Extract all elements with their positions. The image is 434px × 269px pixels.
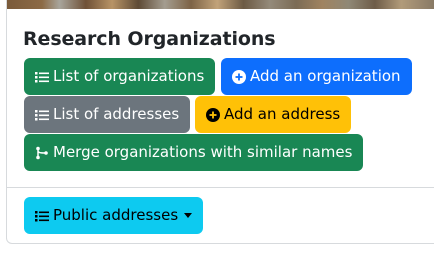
list-icon [35,70,49,84]
public-addresses-label: Public addresses [53,206,179,224]
card-title: Research Organizations [23,28,276,50]
merge-organizations-label: Merge organizations with similar names [53,143,353,161]
research-organizations-card: Research Organizations List of organizat… [6,0,434,244]
list-organizations-button[interactable]: List of organizations [24,58,216,95]
plus-circle-icon [232,69,246,84]
list-addresses-button[interactable]: List of addresses [24,96,191,133]
merge-organizations-button[interactable]: Merge organizations with similar names [24,134,364,171]
list-addresses-label: List of addresses [53,105,180,123]
card-divider [7,187,434,188]
list-organizations-label: List of organizations [53,67,205,85]
caret-down-icon [184,213,193,218]
add-address-label: Add an address [224,105,341,123]
plus-circle-icon [206,107,220,122]
list-icon [35,108,49,122]
merge-icon [35,146,49,160]
list-icon [35,209,49,223]
add-organization-label: Add an organization [250,67,401,85]
public-addresses-dropdown[interactable]: Public addresses [24,197,204,234]
card-header-image [7,0,434,9]
add-organization-button[interactable]: Add an organization [221,58,412,95]
add-address-button[interactable]: Add an address [195,96,352,133]
